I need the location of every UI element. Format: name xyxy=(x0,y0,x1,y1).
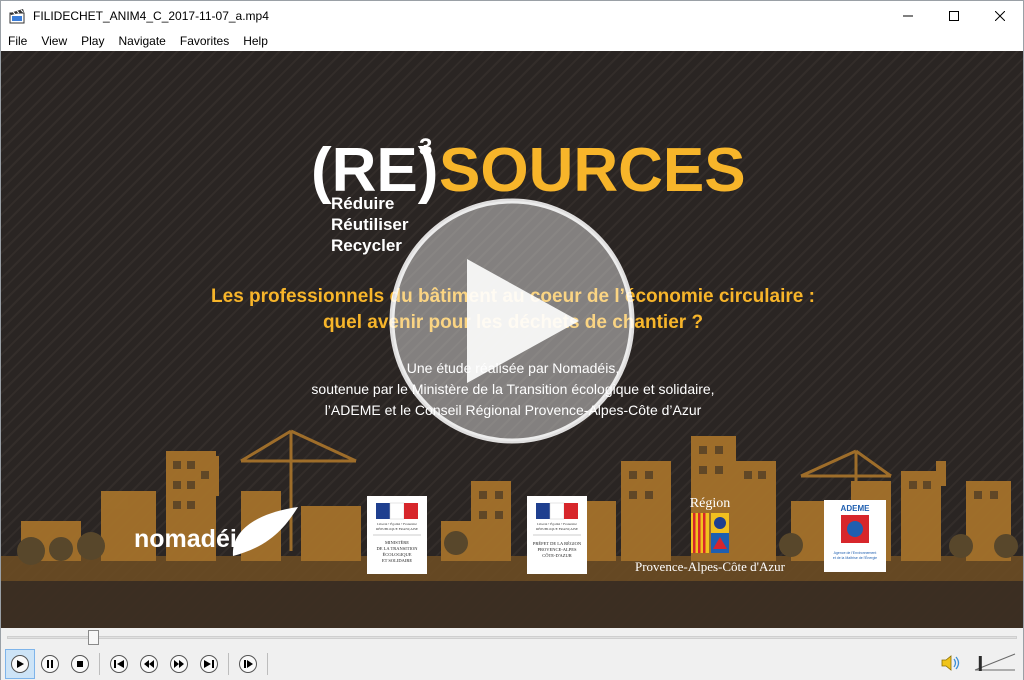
svg-text:MINISTÈRE: MINISTÈRE xyxy=(385,540,409,545)
control-separator xyxy=(267,653,268,675)
brand-sub-1: Réduire xyxy=(331,194,394,213)
svg-text:ET SOLIDAIRE: ET SOLIDAIRE xyxy=(382,558,413,563)
play-overlay-button[interactable] xyxy=(389,198,635,444)
svg-text:RÉPUBLIQUE FRANÇAISE: RÉPUBLIQUE FRANÇAISE xyxy=(536,526,578,531)
control-separator xyxy=(99,653,100,675)
maximize-button[interactable] xyxy=(931,1,977,31)
brand-superscript: 3 xyxy=(419,134,432,161)
frame-step-button[interactable] xyxy=(233,649,263,679)
pause-button[interactable] xyxy=(35,649,65,679)
svg-text:ÉCOLOGIQUE: ÉCOLOGIQUE xyxy=(383,552,412,557)
title-bar: FILIDECHET_ANIM4_C_2017-11-07_a.mp4 xyxy=(1,1,1023,31)
region-top-text: Région xyxy=(690,496,730,511)
volume-thumb[interactable] xyxy=(978,656,982,671)
logo-prefet: Liberté • Égalité • Fraternité RÉPUBLIQU… xyxy=(527,496,587,574)
svg-text:Liberté • Égalité • Fraternité: Liberté • Égalité • Fraternité xyxy=(377,521,417,526)
menu-help[interactable]: Help xyxy=(236,31,275,51)
media-player-window: FILIDECHET_ANIM4_C_2017-11-07_a.mp4 File… xyxy=(0,0,1024,680)
svg-text:Liberté • Égalité • Fraternité: Liberté • Égalité • Fraternité xyxy=(537,521,577,526)
logo-ministry: Liberté • Égalité • Fraternité RÉPUBLIQU… xyxy=(367,496,427,574)
playback-controls xyxy=(1,648,1023,680)
logo-ademe: ADEME Agence de l'Environnement et de la… xyxy=(824,500,886,572)
brand-main: SOURCES xyxy=(439,136,746,205)
minimize-icon xyxy=(903,15,913,17)
stop-icon xyxy=(71,655,89,673)
menu-view[interactable]: View xyxy=(34,31,74,51)
menu-play[interactable]: Play xyxy=(74,31,111,51)
svg-text:PROVENCE-ALPES: PROVENCE-ALPES xyxy=(537,547,577,552)
fast-forward-icon xyxy=(170,655,188,673)
volume-slider[interactable] xyxy=(973,652,1017,672)
svg-text:CÔTE-D'AZUR: CÔTE-D'AZUR xyxy=(542,553,572,558)
fast-forward-button[interactable] xyxy=(164,649,194,679)
pause-icon xyxy=(41,655,59,673)
region-bottom-text: Provence-Alpes-Côte d'Azur xyxy=(635,559,786,574)
window-title: FILIDECHET_ANIM4_C_2017-11-07_a.mp4 xyxy=(33,9,269,23)
seek-thumb[interactable] xyxy=(87,630,99,645)
stop-button[interactable] xyxy=(65,649,95,679)
video-area[interactable]: (RE) 3 SOURCES Réduire Réutiliser Recycl… xyxy=(1,51,1023,628)
seek-bar[interactable] xyxy=(1,628,1023,648)
skip-forward-icon xyxy=(200,655,218,673)
speaker-icon[interactable] xyxy=(941,655,961,676)
svg-text:RÉPUBLIQUE FRANÇAISE: RÉPUBLIQUE FRANÇAISE xyxy=(376,526,418,531)
svg-text:et de la Maîtrise de l'Énergie: et de la Maîtrise de l'Énergie xyxy=(833,555,877,560)
menu-bar: File View Play Navigate Favorites Help xyxy=(1,31,1023,51)
close-button[interactable] xyxy=(977,1,1023,31)
minimize-button[interactable] xyxy=(885,1,931,31)
svg-text:PRÉFET DE LA RÉGION: PRÉFET DE LA RÉGION xyxy=(533,541,582,546)
svg-text:DE LA TRANSITION: DE LA TRANSITION xyxy=(377,546,419,551)
control-separator xyxy=(228,653,229,675)
rewind-icon xyxy=(140,655,158,673)
close-icon xyxy=(995,11,1005,21)
film-clapper-icon xyxy=(9,8,25,24)
menu-favorites[interactable]: Favorites xyxy=(173,31,236,51)
skip-back-icon xyxy=(110,655,128,673)
brand-sub-2: Réutiliser xyxy=(331,215,409,234)
video-frame: (RE) 3 SOURCES Réduire Réutiliser Recycl… xyxy=(1,134,1023,628)
rewind-button[interactable] xyxy=(134,649,164,679)
menu-file[interactable]: File xyxy=(1,31,34,51)
menu-navigate[interactable]: Navigate xyxy=(111,31,172,51)
svg-text:Agence de l'Environnement: Agence de l'Environnement xyxy=(834,551,877,555)
window-controls xyxy=(885,1,1023,31)
skip-forward-button[interactable] xyxy=(194,649,224,679)
play-icon xyxy=(11,655,29,673)
play-button[interactable] xyxy=(5,649,35,679)
frame-step-icon xyxy=(239,655,257,673)
skip-back-button[interactable] xyxy=(104,649,134,679)
brand-sub-3: Recycler xyxy=(331,236,402,255)
svg-text:ADEME: ADEME xyxy=(841,504,871,513)
seek-track[interactable] xyxy=(7,636,1017,639)
maximize-icon xyxy=(949,11,959,21)
